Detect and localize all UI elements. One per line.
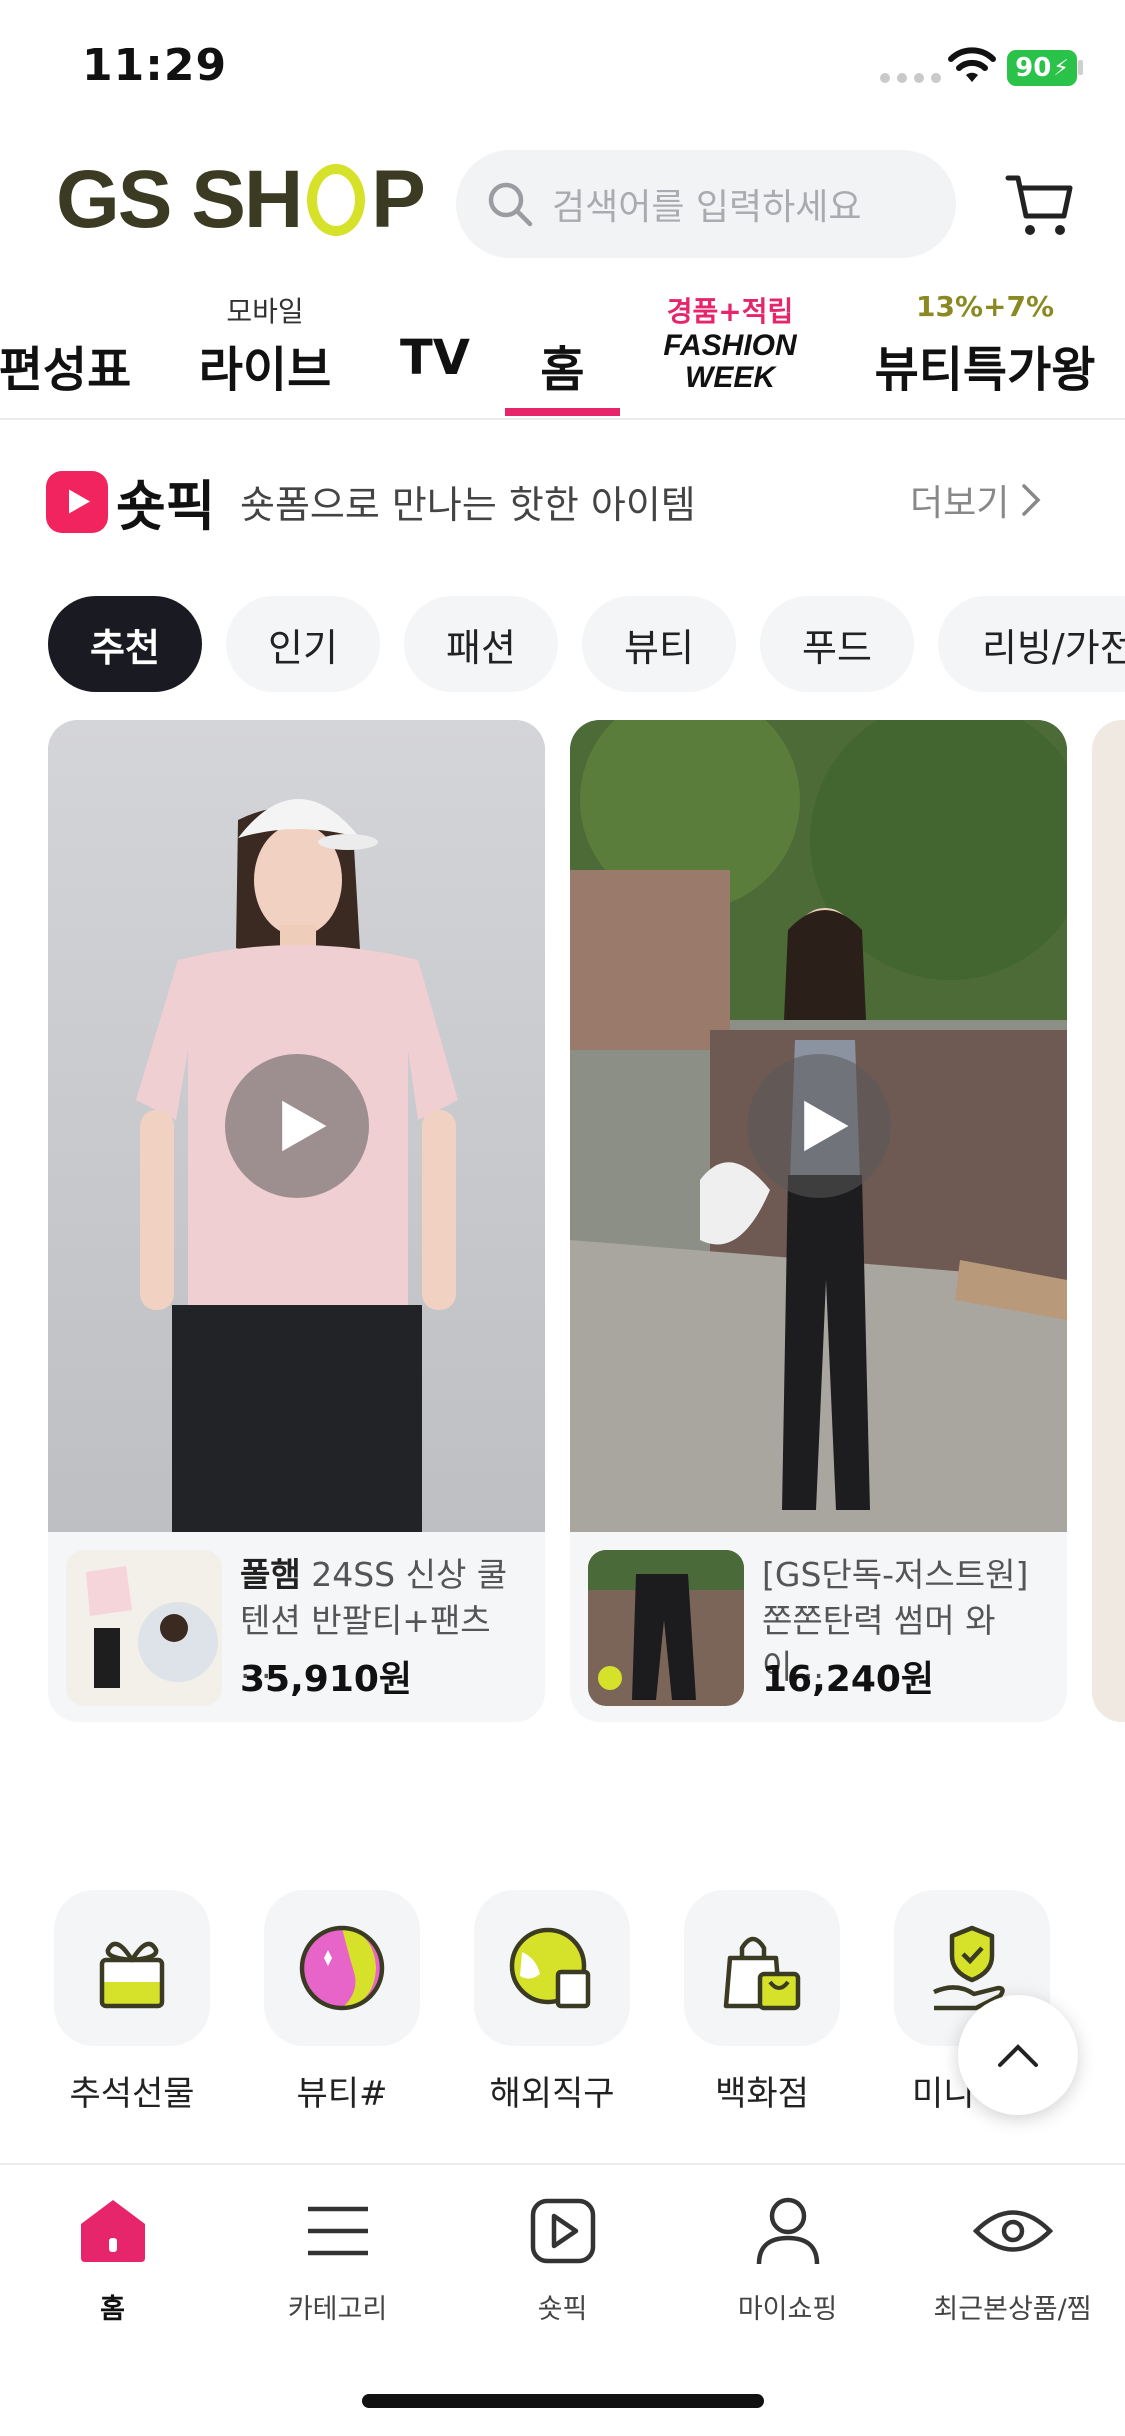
tab-schedule[interactable]: 편성표 [0, 282, 140, 418]
chevron-up-icon [998, 2044, 1038, 2067]
tab-beauty-deals[interactable]: 13%+7% 뷰티특가왕 [870, 282, 1100, 418]
category-department-store[interactable]: 백화점 [684, 1890, 840, 2115]
play-icon [530, 2198, 595, 2264]
home-icon [80, 2200, 145, 2262]
top-nav-tabs: 편성표 모바일 라이브 TV 홈 경품+적립 FASHION WEEK 13%+7… [0, 282, 1125, 420]
charging-bolt-icon: ⚡ [1053, 55, 1069, 81]
chip-living[interactable]: 리빙/가전 [938, 596, 1125, 692]
chevron-right-icon [1022, 484, 1041, 516]
wifi-icon [948, 47, 996, 82]
active-tab-indicator [505, 408, 620, 416]
status-time: 11:29 [82, 40, 228, 91]
category-tile [474, 1890, 630, 2046]
chip-fashion[interactable]: 패션 [404, 596, 558, 692]
status-bar: 11:29 90 ⚡ [0, 0, 1125, 140]
video-preview[interactable] [570, 720, 1067, 1532]
tab-label: 홈 [540, 342, 585, 398]
tab-label: 뷰티특가왕 [874, 342, 1096, 398]
beauty-icon [299, 1925, 385, 2011]
shopick-title: 숏픽 [116, 475, 216, 538]
category-tile [684, 1890, 840, 2046]
cart-icon[interactable] [1004, 170, 1076, 240]
menu-icon [307, 2206, 368, 2256]
search-icon [488, 182, 533, 227]
bottom-tab-myshopping[interactable]: 마이쇼핑 [675, 2191, 900, 2326]
play-button[interactable] [747, 1054, 891, 1198]
shopick-logo: 숏픽 [46, 462, 215, 541]
fashion-week-logo: FASHION WEEK [663, 329, 797, 394]
chip-food[interactable]: 푸드 [760, 596, 914, 692]
product-price: 16,240원 [762, 1659, 935, 1700]
user-icon [756, 2197, 819, 2265]
gs-shop-logo[interactable]: GS SH P [56, 154, 426, 245]
chip-popular[interactable]: 인기 [226, 596, 380, 692]
globe-icon [509, 1927, 591, 2009]
category-label: 추석선물 [69, 2074, 195, 2114]
bottom-tab-recent[interactable]: 최근본상품/찜 [900, 2191, 1125, 2326]
logo-o-ring [307, 164, 366, 236]
bottom-tab-label: 최근본상품/찜 [933, 2294, 1092, 2325]
chip-beauty[interactable]: 뷰티 [582, 596, 736, 692]
category-beauty[interactable]: 뷰티# [264, 1890, 420, 2115]
category-tile [264, 1890, 420, 2046]
home-indicator [362, 2394, 764, 2408]
tab-home[interactable]: 홈 [505, 282, 620, 418]
tab-label: 편성표 [0, 342, 132, 398]
search-input[interactable]: 검색어를 입력하세요 [456, 150, 956, 258]
product-image [66, 1550, 222, 1706]
product-image [588, 1550, 744, 1706]
tab-tv[interactable]: TV [380, 282, 490, 418]
video-card-peek[interactable] [1092, 720, 1125, 1722]
logo-text-right: P [371, 154, 426, 245]
category-label: 뷰티# [296, 2074, 388, 2114]
product-thumbnail[interactable] [588, 1550, 744, 1706]
bottom-tab-home[interactable]: 홈 [0, 2191, 225, 2326]
category-overseas[interactable]: 해외직구 [474, 1890, 630, 2115]
shopick-description: 숏폼으로 만나는 핫한 아이템 [240, 483, 696, 527]
category-tile [54, 1890, 210, 2046]
battery-level: 90 [1015, 53, 1052, 83]
video-card[interactable]: [GS단독-저스트원] 쫀쫀탄력 썸머 와이... 16,240원 [570, 720, 1067, 1722]
chip-recommended[interactable]: 추천 [48, 596, 202, 692]
bottom-tab-category[interactable]: 카테고리 [225, 2191, 450, 2326]
more-label: 더보기 [910, 483, 1010, 524]
tab-label: TV [400, 330, 470, 386]
logo-text-left: GS SH [56, 154, 303, 245]
category-label: 해외직구 [489, 2074, 615, 2114]
tab-label: 라이브 [198, 342, 332, 398]
gift-icon [99, 1941, 165, 2009]
cellular-signal-icon [880, 73, 941, 83]
product-brand: 폴햄 [240, 1555, 301, 1594]
eye-icon [972, 2210, 1053, 2252]
shopick-play-icon [46, 470, 108, 533]
tab-sublabel: 경품+적립 [666, 295, 794, 328]
shopping-bag-icon [723, 1936, 801, 2011]
bottom-tab-label: 마이쇼핑 [737, 2294, 838, 2325]
bottom-tab-label: 숏픽 [537, 2294, 588, 2325]
bottom-tab-label: 카테고리 [287, 2294, 388, 2325]
category-label: 백화점 [715, 2074, 809, 2114]
tab-sublabel: 13%+7% [915, 290, 1055, 323]
tab-fashion-week[interactable]: 경품+적립 FASHION WEEK [645, 282, 815, 418]
video-preview[interactable] [48, 720, 545, 1532]
product-thumbnail[interactable] [66, 1550, 222, 1706]
category-chuseok-gift[interactable]: 추석선물 [54, 1890, 210, 2115]
play-button[interactable] [225, 1054, 369, 1198]
product-price: 35,910원 [240, 1659, 413, 1700]
bottom-tab-label: 홈 [100, 2294, 125, 2325]
scroll-to-top-button[interactable] [958, 1995, 1078, 2115]
tab-sublabel: 모바일 [226, 295, 304, 328]
bottom-tab-shopick[interactable]: 숏픽 [450, 2191, 675, 2326]
video-card[interactable]: 폴햄 24SS 신상 쿨텐션 반팔티+팬츠 ... 35,910원 [48, 720, 545, 1722]
battery-indicator: 90 ⚡ [1007, 50, 1077, 86]
more-link[interactable]: 더보기 [910, 474, 1041, 526]
battery-cap [1078, 60, 1083, 75]
search-placeholder: 검색어를 입력하세요 [552, 187, 862, 228]
tab-mobile-live[interactable]: 모바일 라이브 [190, 282, 340, 418]
